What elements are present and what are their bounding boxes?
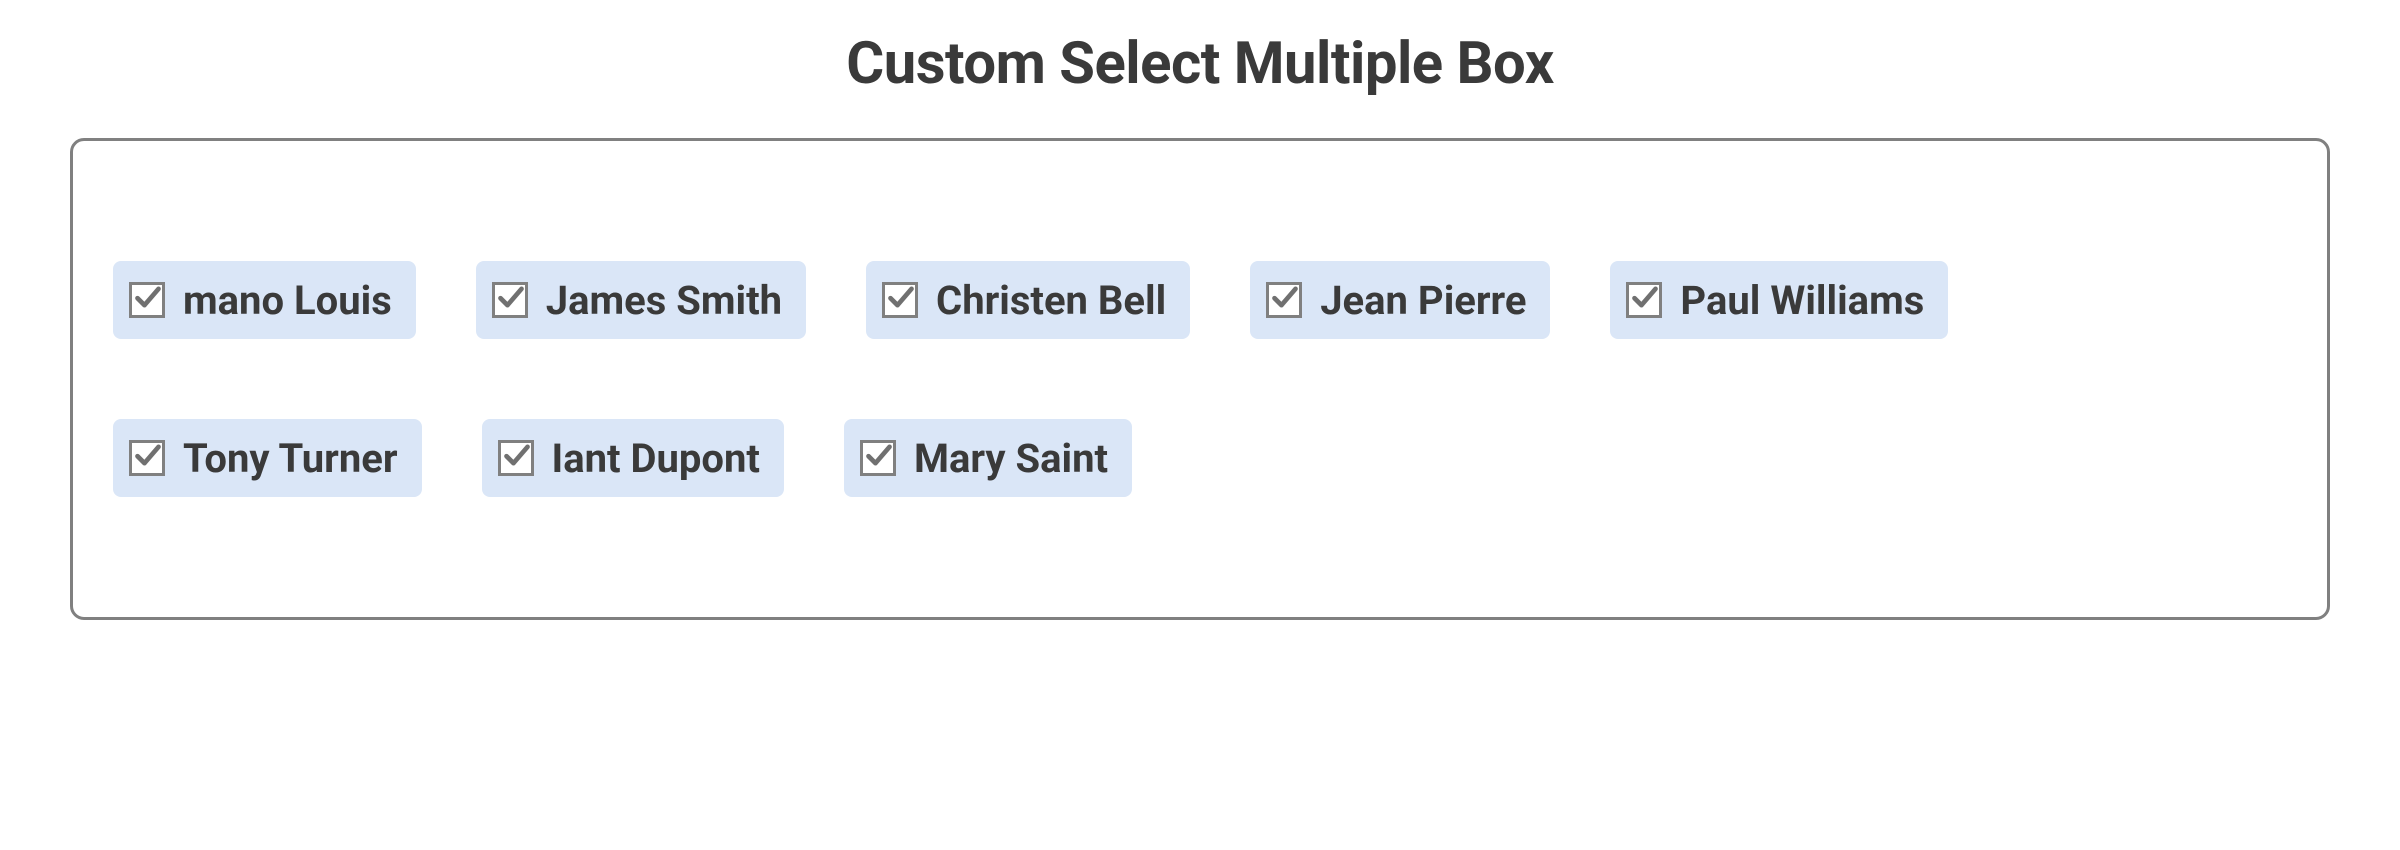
chip-item[interactable]: Mary Saint: [844, 419, 1132, 497]
chip-label: Iant Dupont: [552, 435, 760, 482]
checkbox-checked-icon[interactable]: [129, 282, 165, 318]
checkbox-checked-icon[interactable]: [882, 282, 918, 318]
checkbox-checked-icon[interactable]: [860, 440, 896, 476]
multi-select-box[interactable]: mano Louis James Smith Christen Bell Jea…: [70, 138, 2330, 620]
checkbox-checked-icon[interactable]: [492, 282, 528, 318]
chip-label: James Smith: [546, 277, 782, 324]
checkbox-checked-icon[interactable]: [1266, 282, 1302, 318]
chip-item[interactable]: Paul Williams: [1610, 261, 1948, 339]
chip-item[interactable]: Jean Pierre: [1250, 261, 1550, 339]
chip-label: Christen Bell: [936, 277, 1166, 324]
checkbox-checked-icon[interactable]: [1626, 282, 1662, 318]
checkbox-checked-icon[interactable]: [498, 440, 534, 476]
chip-label: Paul Williams: [1680, 277, 1924, 324]
chip-item[interactable]: Iant Dupont: [482, 419, 784, 497]
chip-item[interactable]: James Smith: [476, 261, 806, 339]
chip-item[interactable]: Tony Turner: [113, 419, 422, 497]
chip-label: Tony Turner: [183, 435, 398, 482]
chip-label: Jean Pierre: [1320, 277, 1526, 324]
page-title: Custom Select Multiple Box: [846, 30, 1553, 98]
chip-item[interactable]: Christen Bell: [866, 261, 1190, 339]
chip-item[interactable]: mano Louis: [113, 261, 416, 339]
checkbox-checked-icon[interactable]: [129, 440, 165, 476]
chip-label: mano Louis: [183, 277, 392, 324]
chip-label: Mary Saint: [914, 435, 1108, 482]
